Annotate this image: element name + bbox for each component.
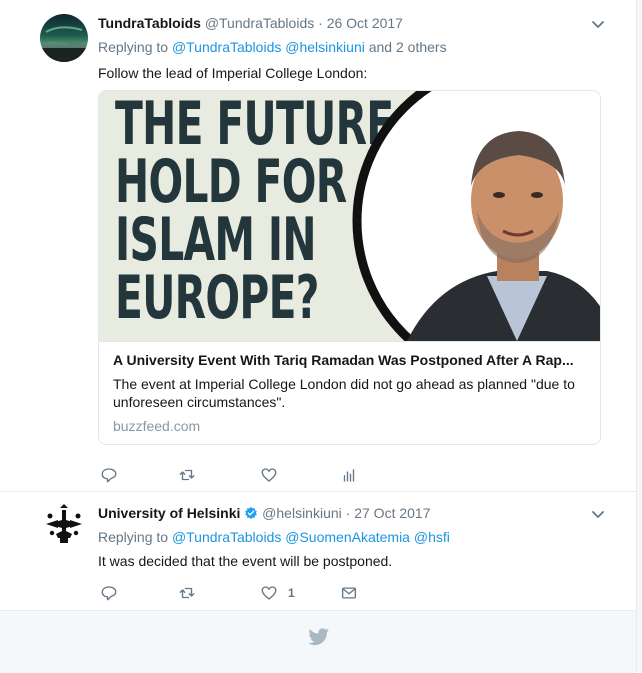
analytics-button[interactable] (340, 465, 358, 485)
heart-icon (261, 586, 277, 600)
like-count: 1 (288, 586, 295, 600)
mention-link[interactable]: @hsfi (414, 529, 450, 545)
replying-to-label: Replying to (98, 39, 169, 55)
verified-badge-icon (245, 506, 258, 520)
tweet-text: It was decided that the event will be po… (98, 553, 393, 569)
reply-icon (101, 468, 117, 483)
twitter-bird-icon (308, 628, 329, 646)
scrollbar[interactable] (637, 0, 642, 672)
retweet-icon (179, 587, 195, 599)
heart-icon (261, 468, 277, 482)
reply-icon (101, 586, 117, 601)
chevron-down-icon[interactable] (590, 506, 606, 522)
reply-button[interactable] (100, 465, 118, 485)
reply-button[interactable] (100, 583, 118, 603)
tweet-actions (98, 465, 458, 485)
retweet-button[interactable] (178, 465, 196, 485)
retweet-icon (179, 469, 195, 481)
replying-to-label: Replying to (98, 529, 169, 545)
mention-link[interactable]: @SuomenAkatemia (285, 529, 410, 545)
direct-message-button[interactable] (340, 583, 358, 603)
avatar[interactable] (40, 14, 88, 62)
display-name[interactable]: TundraTabloids (98, 15, 201, 31)
tweet-text: Follow the lead of Imperial College Lond… (98, 65, 368, 81)
avatar[interactable] (40, 502, 88, 550)
tweet-actions: 1 (98, 583, 458, 603)
card-title[interactable]: A University Event With Tariq Ramadan Wa… (113, 351, 583, 369)
display-name[interactable]: University of Helsinki (98, 505, 240, 521)
envelope-icon (341, 587, 357, 599)
tweet-date[interactable]: 26 Oct 2017 (327, 15, 403, 31)
mention-link[interactable]: @TundraTabloids (172, 529, 281, 545)
separator: · (345, 505, 351, 521)
like-button[interactable]: 1 (260, 583, 295, 603)
separator: · (318, 15, 323, 31)
reply-others-text[interactable]: and 2 others (369, 39, 447, 55)
retweet-button[interactable] (178, 583, 196, 603)
card-description: The event at Imperial College London did… (113, 376, 575, 410)
card-domain[interactable]: buzzfeed.com (113, 417, 200, 435)
like-button[interactable] (260, 465, 278, 485)
tweet-header: TundraTabloids @TundraTabloids · 26 Oct … (98, 14, 403, 32)
link-card[interactable]: THE FUTURE HOLD FOR ISLAM IN EUROPE? A Univ… (98, 90, 601, 445)
mention-link[interactable]: @TundraTabloids (172, 39, 281, 55)
portrait-image (352, 91, 600, 341)
user-handle[interactable]: @helsinkiuni (262, 505, 342, 521)
chevron-down-icon[interactable] (590, 16, 606, 32)
mention-link[interactable]: @helsinkiuni (285, 39, 365, 55)
replying-to: Replying to @TundraTabloids @helsinkiuni… (98, 38, 447, 56)
replying-to: Replying to @TundraTabloids @SuomenAkate… (98, 528, 450, 546)
tweet-header: University of Helsinki @helsinkiuni · 27… (98, 504, 431, 522)
tweet-date[interactable]: 27 Oct 2017 (354, 505, 430, 521)
card-image[interactable]: THE FUTURE HOLD FOR ISLAM IN EUROPE? (99, 91, 600, 342)
user-handle[interactable]: @TundraTabloids (205, 15, 314, 31)
analytics-icon (343, 469, 355, 482)
